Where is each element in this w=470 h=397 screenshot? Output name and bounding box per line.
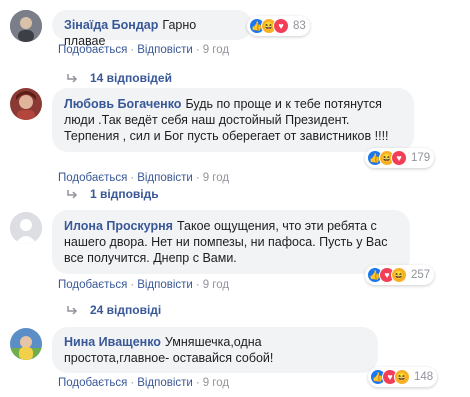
replies-count[interactable]: 24 відповіді (90, 303, 161, 317)
reply-arrow-icon (67, 306, 78, 315)
replies-count[interactable]: 14 відповідей (90, 71, 172, 85)
reply-arrow-icon (67, 74, 78, 83)
comment-actions: Подобається · Відповісти · 9 год (58, 279, 230, 291)
view-replies-link[interactable]: 24 відповіді (66, 303, 161, 317)
replies-count[interactable]: 1 відповідь (90, 187, 159, 201)
avatar[interactable] (10, 328, 42, 360)
comment-bubble: Нина Иващенко Умняшечка,одна простота,гла… (52, 327, 378, 373)
reply-arrow-icon (67, 190, 78, 199)
love-reaction-icon: ♥ (273, 18, 289, 34)
like-link[interactable]: Подобається (58, 377, 127, 389)
reply-link[interactable]: Відповісти (137, 44, 193, 56)
comment-bubble: Зінаїда Бондар Гарно плавае (52, 10, 252, 48)
like-link[interactable]: Подобається (58, 44, 127, 56)
comment-actions: Подобається · Відповісти · 9 год (58, 44, 230, 56)
reply-link[interactable]: Відповісти (137, 172, 193, 184)
reaction-count: 83 (293, 20, 306, 32)
comment-author[interactable]: Нина Иващенко (64, 335, 161, 349)
comment-author[interactable]: Любовь Богаченко (64, 97, 181, 111)
view-replies-link[interactable]: 14 відповідей (66, 71, 172, 85)
comment-author[interactable]: Зінаїда Бондар (64, 18, 158, 32)
comment-time[interactable]: 9 год (203, 172, 229, 184)
like-link[interactable]: Подобається (58, 279, 127, 291)
comment-time[interactable]: 9 год (203, 279, 229, 291)
reactions-summary[interactable]: 👍 😆 ♥ 179 (365, 148, 435, 168)
reaction-count: 148 (414, 371, 434, 383)
reactions-summary[interactable]: 👍 ♥ 😆 148 (368, 367, 438, 387)
comment-bubble: Любовь Богаченко Будь по проще и к тебе п… (52, 88, 414, 152)
comment-author[interactable]: Илона Проскурня (64, 219, 173, 233)
haha-reaction-icon: 😆 (394, 369, 410, 385)
view-replies-link[interactable]: 1 відповідь (66, 187, 159, 201)
haha-reaction-icon: 😆 (391, 267, 407, 283)
comment-bubble: Илона Проскурня Такое ощущения, что эти р… (52, 210, 410, 274)
reply-link[interactable]: Відповісти (137, 279, 193, 291)
comment-time[interactable]: 9 год (203, 377, 229, 389)
avatar[interactable] (10, 88, 42, 120)
comment-time[interactable]: 9 год (203, 44, 229, 56)
reactions-summary[interactable]: 👍 😆 ♥ 83 (247, 16, 310, 36)
reactions-summary[interactable]: 👍 ♥ 😆 257 (365, 265, 435, 285)
comment-actions: Подобається · Відповісти · 9 год (58, 377, 230, 389)
reaction-count: 257 (411, 269, 431, 281)
reaction-count: 179 (411, 152, 431, 164)
love-reaction-icon: ♥ (391, 150, 407, 166)
reply-link[interactable]: Відповісти (137, 377, 193, 389)
avatar[interactable] (10, 10, 42, 42)
like-link[interactable]: Подобається (58, 172, 127, 184)
comment-actions: Подобається · Відповісти · 9 год (58, 172, 230, 184)
avatar[interactable] (10, 212, 42, 244)
